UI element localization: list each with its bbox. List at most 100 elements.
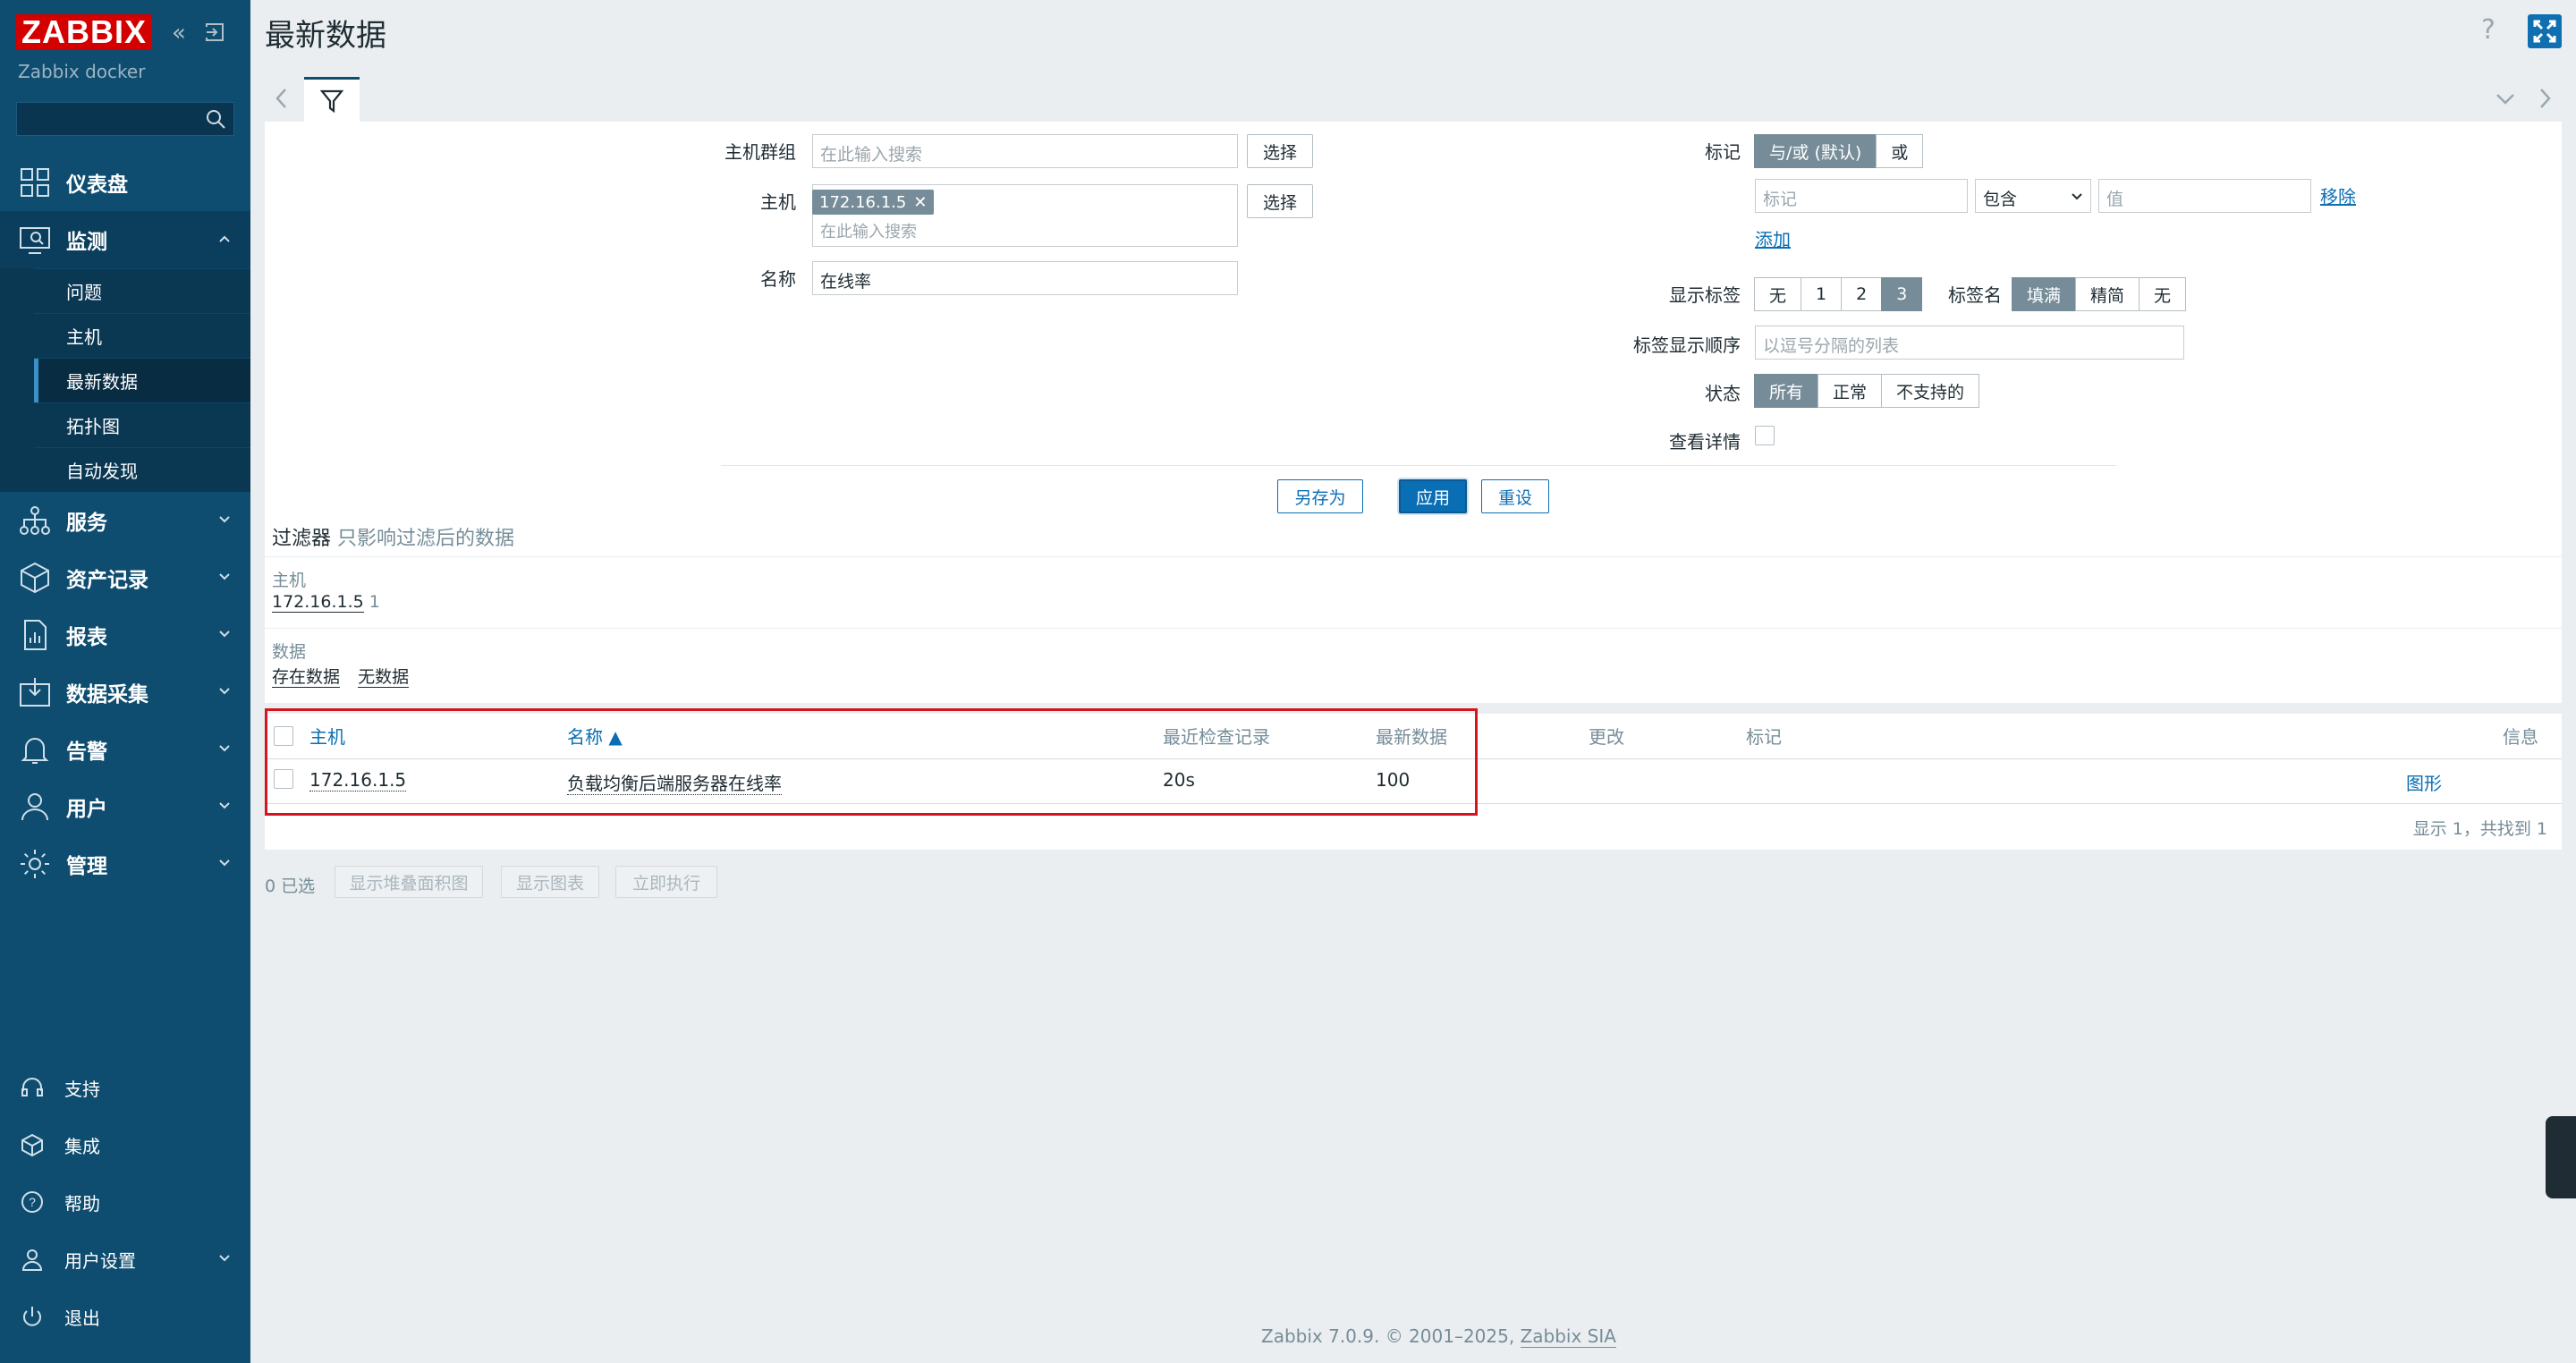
tag-mode-or[interactable]: 或 — [1876, 134, 1924, 168]
tag-priority-input[interactable]: 以逗号分隔的列表 — [1755, 326, 2184, 360]
selected-count: 0 已选 — [265, 876, 316, 896]
tag-operator-value: 包含 — [1983, 190, 2018, 209]
save-as-button[interactable]: 另存为 — [1277, 479, 1363, 513]
menu-inventory[interactable]: 资产记录 — [0, 549, 250, 606]
menu-integrations[interactable]: 集成 — [0, 1116, 250, 1173]
tab-filter[interactable] — [304, 77, 360, 122]
side-panel-handle[interactable] — [2546, 1116, 2576, 1198]
zabbix-logo[interactable]: ZABBIX — [16, 14, 152, 50]
menu-label: 资产记录 — [66, 569, 148, 592]
submenu-problems[interactable]: 问题 — [34, 268, 250, 313]
tag-name-full[interactable]: 填满 — [2012, 277, 2077, 311]
summary-without-data[interactable]: 无数据 — [358, 667, 410, 688]
tag-name-short[interactable]: 精简 — [2075, 277, 2140, 311]
remove-chip-icon[interactable]: ✕ — [913, 193, 927, 212]
menu-sign-out[interactable]: 退出 — [0, 1288, 250, 1345]
name-input[interactable]: 在线率 — [812, 261, 1238, 295]
menu-services[interactable]: 服务 — [0, 492, 250, 549]
remove-tag-link[interactable]: 移除 — [2320, 182, 2356, 208]
tag-name-none[interactable]: 无 — [2139, 277, 2187, 311]
summary-host-value: 172.16.1.5 1 — [272, 592, 380, 613]
add-tag-link[interactable]: 添加 — [1755, 225, 1791, 251]
chevron-down-icon — [219, 859, 230, 867]
menu-alerts[interactable]: 告警 — [0, 721, 250, 778]
chevron-down-icon — [219, 516, 230, 523]
show-details-checkbox[interactable] — [1755, 426, 1775, 445]
chevron-up-icon — [219, 235, 230, 242]
help-icon[interactable]: ? — [2481, 14, 2496, 46]
row-graph-link[interactable]: 图形 — [2406, 769, 2442, 795]
collapse-sidebar-icon[interactable]: « — [172, 20, 186, 47]
sidebar-search-input[interactable] — [16, 102, 234, 136]
display-graph-button[interactable]: 显示图表 — [501, 866, 599, 898]
inventory-icon — [21, 562, 49, 594]
show-tags-2[interactable]: 2 — [1841, 277, 1883, 311]
menu-support[interactable]: 支持 — [0, 1059, 250, 1116]
menu-users[interactable]: 用户 — [0, 778, 250, 835]
menu-label: 用户 — [66, 798, 107, 821]
reports-icon — [24, 620, 47, 650]
tag-mode-and-or[interactable]: 与/或 (默认) — [1754, 134, 1877, 168]
stacked-graph-button[interactable]: 显示堆叠面积图 — [335, 866, 483, 898]
page-footer: Zabbix 7.0.9. © 2001–2025, Zabbix SIA — [1261, 1325, 1616, 1348]
power-icon — [23, 1307, 41, 1326]
tag-operator-select[interactable]: 包含 — [1975, 179, 2091, 213]
host-group-input[interactable]: 在此输入搜索 — [812, 134, 1238, 168]
summary-divider — [265, 628, 2562, 629]
footer-company-link[interactable]: Zabbix SIA — [1520, 1325, 1616, 1348]
host-select-button[interactable]: 选择 — [1247, 184, 1313, 218]
show-tags-none[interactable]: 无 — [1754, 277, 1802, 311]
state-not-supported[interactable]: 不支持的 — [1881, 374, 1980, 408]
menu-dashboard[interactable]: 仪表盘 — [0, 154, 250, 211]
menu-help[interactable]: ? 帮助 — [0, 1173, 250, 1231]
state-toggle: 所有 正常 不支持的 — [1754, 374, 1980, 408]
tag-name-input[interactable]: 标记 — [1755, 179, 1968, 213]
chevron-down-icon — [219, 631, 230, 638]
chevron-down-icon[interactable] — [2492, 84, 2519, 113]
show-tags-1[interactable]: 1 — [1801, 277, 1843, 311]
menu-monitoring[interactable]: 监测 — [0, 211, 250, 268]
menu-label: 数据采集 — [66, 683, 148, 707]
menu-reports[interactable]: 报表 — [0, 606, 250, 664]
submenu-hosts[interactable]: 主机 — [34, 313, 250, 358]
bottom-menu: 支持 集成 ? 帮助 用户设置 退出 — [0, 1059, 250, 1345]
column-info: 信息 — [2503, 726, 2538, 748]
chevron-down-icon — [219, 573, 230, 580]
kiosk-mode-button[interactable] — [2528, 14, 2562, 48]
menu-administration[interactable]: 管理 — [0, 835, 250, 893]
footer-text: Zabbix 7.0.9. © 2001–2025, — [1261, 1325, 1515, 1347]
data-collection-icon — [20, 678, 50, 707]
reset-button[interactable]: 重设 — [1481, 479, 1549, 513]
host-group-select-button[interactable]: 选择 — [1247, 134, 1313, 168]
menu-label: 报表 — [66, 626, 107, 649]
summary-data-group: 数据 — [272, 642, 307, 662]
search-icon[interactable] — [205, 108, 226, 130]
submenu-discovery[interactable]: 自动发现 — [34, 447, 250, 492]
hide-sidebar-icon[interactable] — [204, 21, 225, 43]
menu-label: 集成 — [64, 1135, 100, 1157]
integrations-icon — [21, 1133, 43, 1157]
tag-name-toggle: 填满 精简 无 — [2012, 277, 2187, 311]
state-normal[interactable]: 正常 — [1818, 374, 1883, 408]
menu-user-settings[interactable]: 用户设置 — [0, 1231, 250, 1288]
show-tags-3[interactable]: 3 — [1881, 277, 1923, 311]
tag-name-label: 标签名 — [1948, 284, 2002, 306]
menu-label: 监测 — [66, 231, 107, 254]
summary-with-data[interactable]: 存在数据 — [272, 667, 341, 688]
services-icon — [20, 506, 50, 535]
menu-label: 仪表盘 — [66, 174, 128, 197]
chevron-down-icon — [219, 745, 230, 752]
main-menu: 仪表盘 监测 问题 主机 最新数据 拓扑图 自动发现 服务 资产记录 报表 数据… — [0, 154, 250, 893]
chevron-right-icon[interactable] — [2535, 84, 2555, 113]
submenu-latest-data[interactable]: 最新数据 — [34, 358, 250, 402]
chevron-left-icon[interactable] — [272, 84, 292, 113]
menu-data-collection[interactable]: 数据采集 — [0, 664, 250, 721]
execute-now-button[interactable]: 立即执行 — [615, 866, 717, 898]
mass-actions-bar: 0 已选 显示堆叠面积图 显示图表 立即执行 — [265, 866, 980, 902]
summary-host-link[interactable]: 172.16.1.5 — [272, 592, 364, 613]
state-all[interactable]: 所有 — [1754, 374, 1819, 408]
host-chip-label: 172.16.1.5 — [819, 192, 907, 212]
tag-value-input[interactable]: 值 — [2098, 179, 2311, 213]
apply-button[interactable]: 应用 — [1399, 479, 1467, 513]
submenu-maps[interactable]: 拓扑图 — [34, 402, 250, 447]
